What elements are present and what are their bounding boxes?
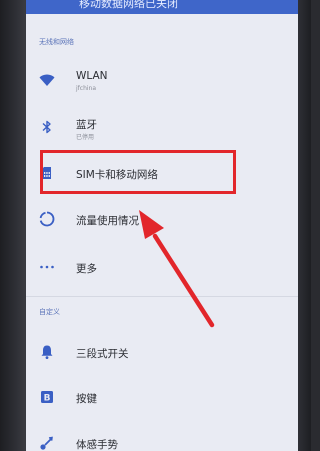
annotation-arrow xyxy=(139,210,215,328)
settings-screen: 移动数据网络已关闭 无线和网络 WLAN jfchina 蓝牙 已停用 SIM卡… xyxy=(26,0,298,451)
